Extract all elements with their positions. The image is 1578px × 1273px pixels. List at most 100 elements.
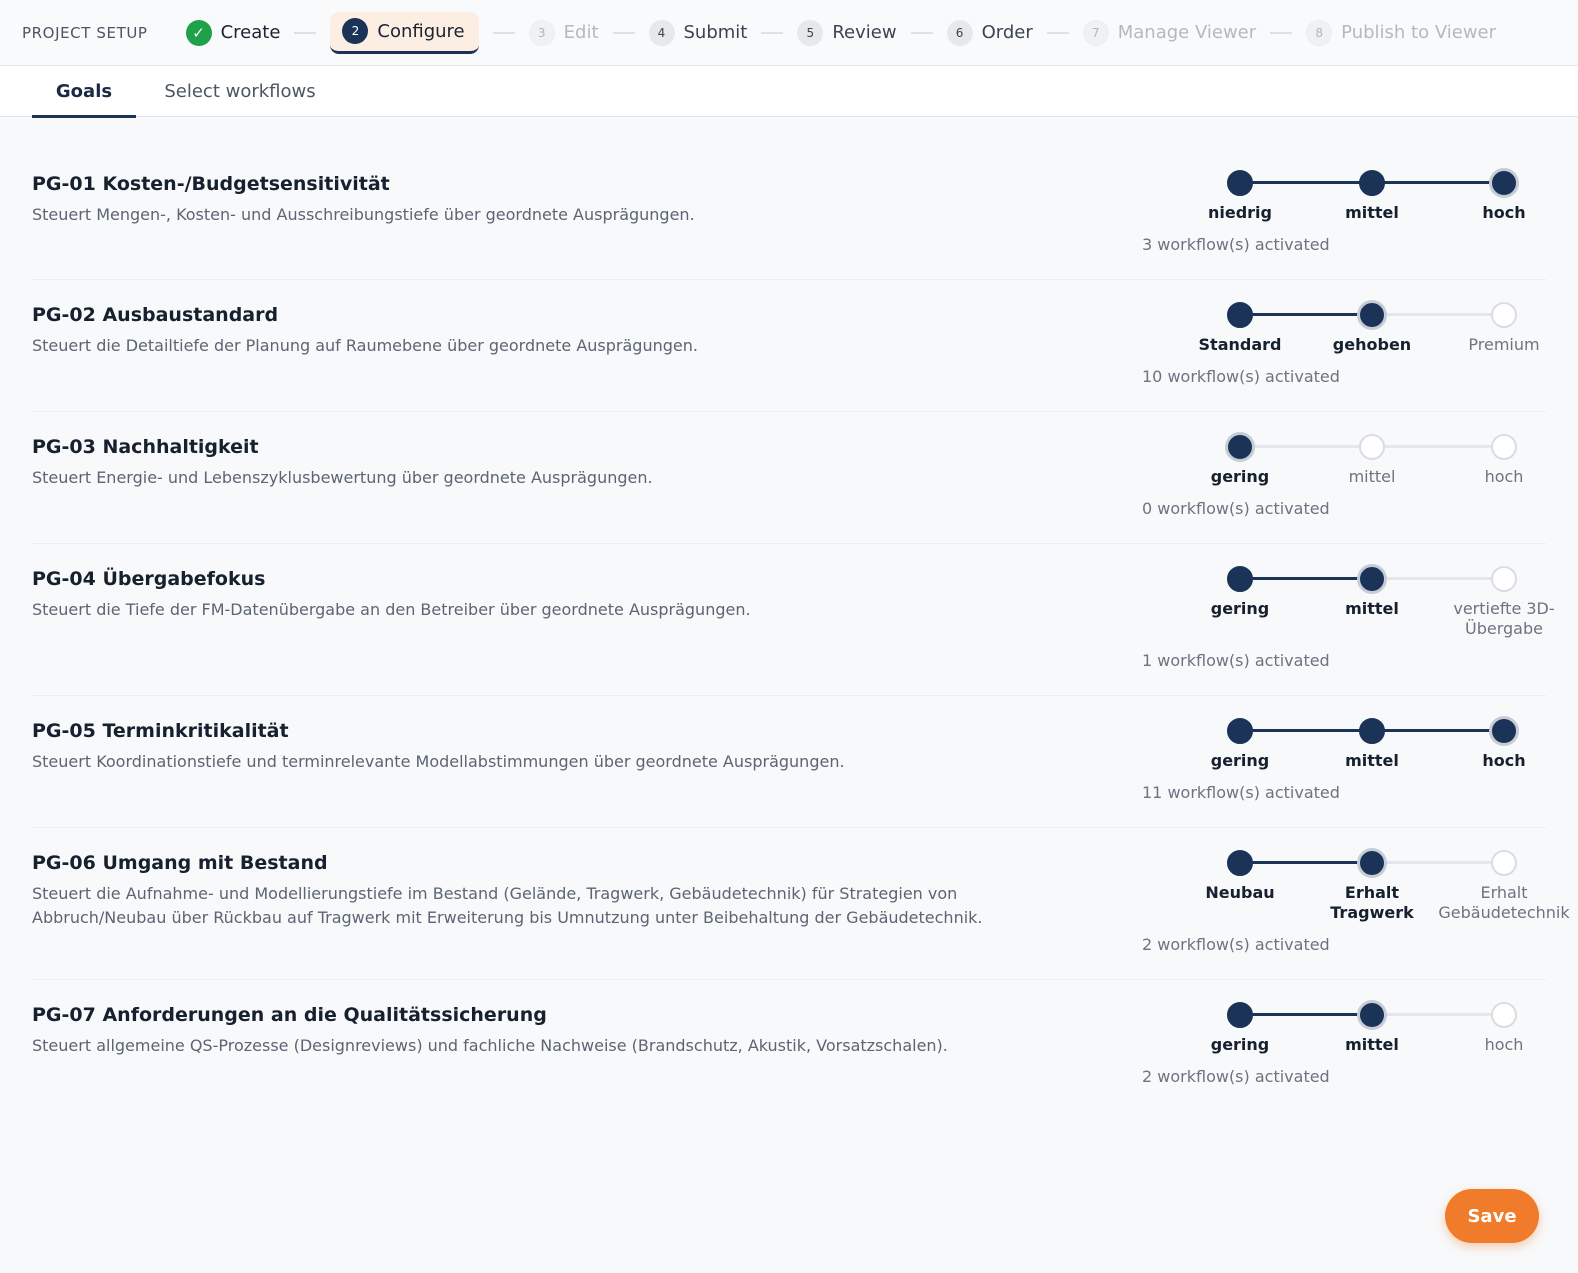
step-number: 8 <box>1306 19 1333 46</box>
slider-step-knob[interactable] <box>1357 999 1387 1030</box>
goal-title: PG-06 Umgang mit Bestand <box>32 852 328 874</box>
step-label: Order <box>981 22 1033 43</box>
slider-step-knob[interactable] <box>1227 169 1253 196</box>
goal-row: PG-01 Kosten-/Budgetsensitivität Steuert … <box>32 117 1546 280</box>
step-connector <box>910 31 933 34</box>
goal-row: PG-05 Terminkritikalität Steuert Koordina… <box>32 696 1546 828</box>
goal-level-slider[interactable]: gering mittel hoch 2 workflow(s) activated <box>1142 999 1542 1113</box>
goal-description: Steuert die Detailtiefe der Planung auf … <box>32 336 698 355</box>
goal-description: Steuert Mengen-, Kosten- und Ausschreibu… <box>32 205 695 224</box>
goal-level-slider[interactable]: Neubau Erhalt Tragwerk Erhalt Gebäudetechn… <box>1142 847 1570 961</box>
slider-option-label: Standard <box>1198 335 1282 354</box>
slider-step-knob[interactable] <box>1227 301 1253 328</box>
slider-step-knob[interactable] <box>1489 715 1519 746</box>
slider-step-knob[interactable] <box>1227 717 1253 744</box>
goal-description: Steuert allgemeine QS-Prozesse (Designre… <box>32 1036 948 1055</box>
goal-description: Steuert Energie- und Lebenszyklusbewertu… <box>32 468 653 487</box>
goal-title: PG-05 Terminkritikalität <box>32 720 289 742</box>
slider-step-knob[interactable] <box>1227 565 1253 592</box>
slider-track-fill <box>1240 577 1372 580</box>
slider-step-knob[interactable] <box>1359 433 1385 460</box>
goal-title: PG-01 Kosten-/Budgetsensitivität <box>32 173 390 195</box>
workflow-count: 2 workflow(s) activated <box>1142 935 1330 954</box>
goal-row: PG-04 Übergabefokus Steuert die Tiefe der… <box>32 544 1555 696</box>
slider-option-label: hoch <box>1484 467 1524 486</box>
slider-step-knob[interactable] <box>1227 849 1253 876</box>
step-order[interactable]: 6 Order <box>946 13 1033 53</box>
goal-description: Steuert Koordinationstiefe und terminrel… <box>32 752 845 771</box>
slider-step-knob[interactable] <box>1227 1001 1253 1028</box>
step-publish-to-viewer: 8 Publish to Viewer <box>1306 13 1496 53</box>
slider-option-label: gering <box>1210 467 1270 486</box>
slider-option-label: Erhalt Gebäudetechnik <box>1438 883 1570 922</box>
tab-select-workflows[interactable]: Select workflows <box>150 66 330 117</box>
slider-step-knob[interactable] <box>1225 431 1255 462</box>
slider-step-knob[interactable] <box>1491 565 1517 592</box>
checkmark-icon: ✓ <box>185 19 212 46</box>
project-setup-stepper: PROJECT SETUP ✓ Create 2 Configure 3 Edit 4 Sub… <box>0 0 1578 66</box>
step-submit[interactable]: 4 Submit <box>648 13 748 53</box>
goal-title: PG-07 Anforderungen an die Qualitätssich… <box>32 1004 547 1026</box>
step-label: Edit <box>563 22 599 43</box>
slider-step-knob[interactable] <box>1357 299 1387 330</box>
step-number: 2 <box>342 18 369 44</box>
slider-step-knob[interactable] <box>1359 717 1385 744</box>
goal-title: PG-02 Ausbaustandard <box>32 304 279 326</box>
slider-option-label: mittel <box>1345 203 1399 222</box>
slider-step-knob[interactable] <box>1491 433 1517 460</box>
slider-option-label: gering <box>1210 599 1270 618</box>
slider-step-knob[interactable] <box>1359 169 1385 196</box>
slider-option-label: gehoben <box>1332 335 1412 354</box>
workflow-count: 1 workflow(s) activated <box>1142 651 1330 670</box>
slider-option-label: niedrig <box>1207 203 1272 222</box>
steps-list: ✓ Create 2 Configure 3 Edit 4 Submit 5 Review 6 Ord… <box>185 11 1496 54</box>
step-edit: 3 Edit <box>528 13 599 53</box>
goal-level-slider[interactable]: niedrig mittel hoch 3 workflow(s) activated <box>1142 167 1542 281</box>
step-connector <box>1270 31 1293 34</box>
step-label: Create <box>220 22 281 43</box>
workflow-count: 2 workflow(s) activated <box>1142 1067 1330 1086</box>
step-create[interactable]: ✓ Create <box>185 13 281 53</box>
slider-option-label: vertiefte 3D-Übergabe <box>1453 599 1555 638</box>
slider-option-label: hoch <box>1482 751 1526 770</box>
goal-level-slider[interactable]: Standard gehoben Premium 10 workflow(s) act… <box>1142 299 1542 413</box>
step-label: Submit <box>683 22 748 43</box>
goal-level-slider[interactable]: gering mittel hoch 11 workflow(s) activated <box>1142 715 1542 829</box>
slider-step-knob[interactable] <box>1491 1001 1517 1028</box>
save-button[interactable]: Save <box>1445 1189 1539 1243</box>
step-connector <box>612 31 635 34</box>
goal-row: PG-03 Nachhaltigkeit Steuert Energie- und… <box>32 412 1546 544</box>
slider-option-label: Erhalt Tragwerk <box>1330 883 1414 922</box>
stepper-title: PROJECT SETUP <box>22 23 148 42</box>
goal-row: PG-06 Umgang mit Bestand Steuert die Aufn… <box>32 828 1570 980</box>
goal-title: PG-04 Übergabefokus <box>32 568 266 590</box>
step-configure[interactable]: 2 Configure <box>330 11 479 54</box>
workflow-count: 10 workflow(s) activated <box>1142 367 1340 386</box>
step-review[interactable]: 5 Review <box>797 13 897 53</box>
goal-level-slider[interactable]: gering mittel vertiefte 3D-Übergabe 1 workf… <box>1142 563 1555 677</box>
slider-step-knob[interactable] <box>1357 847 1387 878</box>
step-manage-viewer: 7 Manage Viewer <box>1082 13 1257 53</box>
slider-step-knob[interactable] <box>1357 563 1387 594</box>
slider-step-knob[interactable] <box>1491 301 1517 328</box>
slider-option-label: gering <box>1210 1035 1270 1054</box>
tab-goals[interactable]: Goals <box>32 66 136 118</box>
configure-tabs: Goals Select workflows <box>0 66 1578 118</box>
goal-description: Steuert die Aufnahme- und Modellierungst… <box>32 884 983 927</box>
slider-track-fill <box>1240 313 1372 316</box>
slider-option-label: Neubau <box>1205 883 1275 902</box>
goal-level-slider[interactable]: gering mittel hoch 0 workflow(s) activated <box>1142 431 1542 545</box>
slider-option-label: Premium <box>1468 335 1540 354</box>
slider-track-fill <box>1240 1013 1372 1016</box>
step-connector <box>1046 31 1069 34</box>
slider-option-label: hoch <box>1482 203 1526 222</box>
slider-option-label: mittel <box>1348 467 1396 486</box>
step-label: Publish to Viewer <box>1341 22 1497 43</box>
slider-step-knob[interactable] <box>1491 849 1517 876</box>
step-number: 4 <box>648 19 675 46</box>
slider-option-label: mittel <box>1345 599 1399 618</box>
workflow-count: 11 workflow(s) activated <box>1142 783 1340 802</box>
goal-row: PG-07 Anforderungen an die Qualitätssich… <box>32 980 1546 1120</box>
slider-step-knob[interactable] <box>1489 167 1519 198</box>
step-label: Manage Viewer <box>1117 22 1257 43</box>
